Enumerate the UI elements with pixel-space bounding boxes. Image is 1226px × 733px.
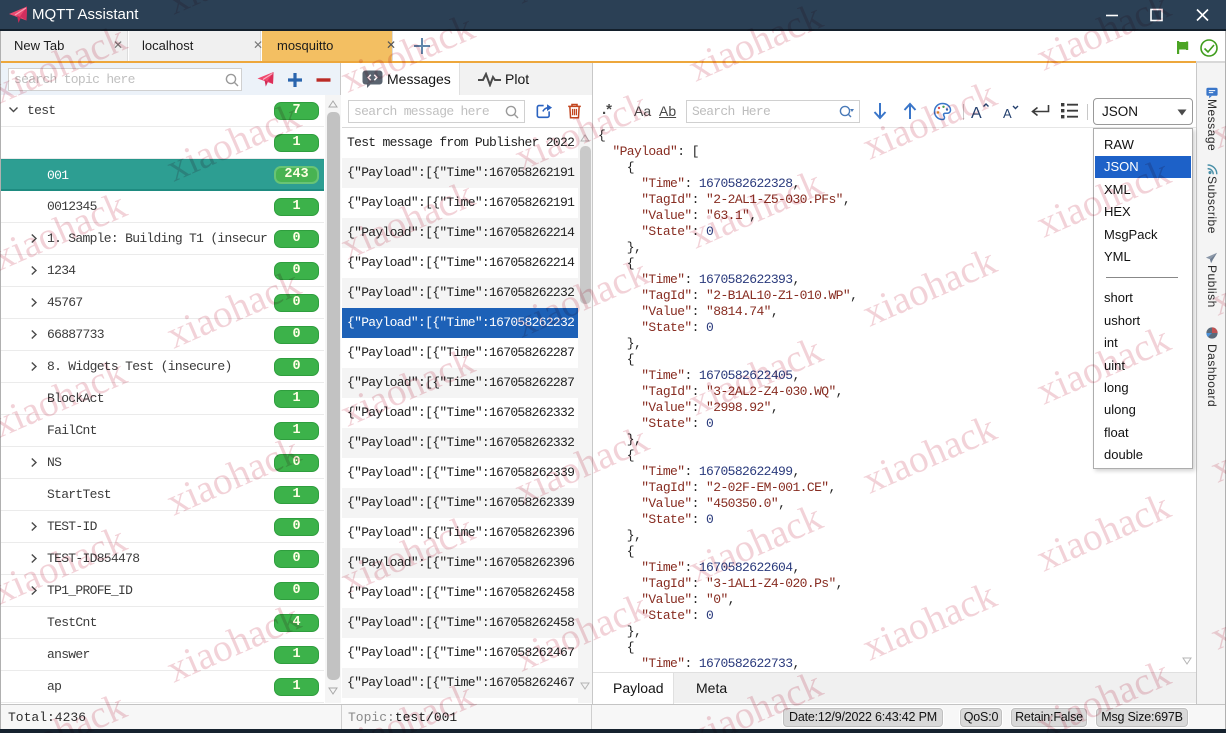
svg-text:A: A [971,105,982,121]
svg-text:A: A [1003,106,1012,121]
